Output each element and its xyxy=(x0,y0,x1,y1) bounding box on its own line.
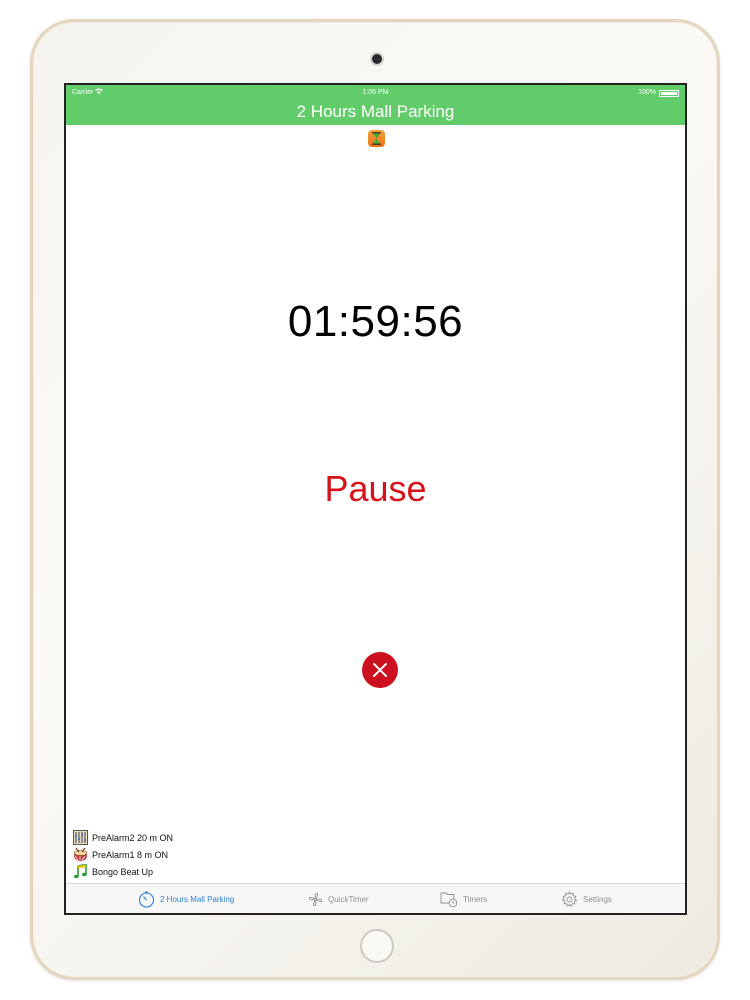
home-button[interactable] xyxy=(360,929,394,963)
status-time: 1:06 PM xyxy=(362,89,389,96)
timer-display: 01:59:56 xyxy=(287,297,464,346)
alarm-label: PreAlarm1 8 m ON xyxy=(92,849,169,860)
tab-timer[interactable]: 2 Hours Mall Parking xyxy=(138,884,235,913)
tab-bar: 2 Hours Mall Parking QuickTimer Timers S… xyxy=(66,883,685,913)
tab-label: Settings xyxy=(583,894,612,904)
tab-timers[interactable]: Timers xyxy=(440,884,488,913)
list-item[interactable]: PreAlarm2 20 m ON xyxy=(73,829,173,846)
tab-settings[interactable]: Settings xyxy=(561,884,612,913)
front-camera xyxy=(372,54,382,64)
battery-percent: 100% xyxy=(638,89,656,96)
cancel-timer-button[interactable] xyxy=(362,652,398,688)
alarm-label: Bongo Beat Up xyxy=(92,866,154,877)
app-screen: Carrier 1:06 PM 100% 2 Hours Mall Parkin… xyxy=(64,83,687,915)
stopwatch-icon xyxy=(138,890,155,908)
page-title: 2 Hours Mall Parking xyxy=(296,102,455,121)
list-item[interactable]: PreAlarm1 8 m ON xyxy=(73,846,173,863)
close-icon xyxy=(373,663,387,677)
status-bar: Carrier 1:06 PM 100% xyxy=(66,85,685,101)
music-note-icon xyxy=(73,863,88,879)
navigation-bar: 2 Hours Mall Parking xyxy=(66,101,685,125)
prealarm2-icon xyxy=(73,830,88,845)
hourglass-icon xyxy=(368,130,385,147)
pause-button[interactable]: Pause xyxy=(66,468,685,510)
fan-icon xyxy=(309,892,322,906)
tab-label: Timers xyxy=(463,894,488,904)
prealarm1-icon xyxy=(73,847,88,862)
alarm-label: PreAlarm2 20 m ON xyxy=(92,832,174,843)
gear-icon xyxy=(561,890,578,907)
tab-label: 2 Hours Mall Parking xyxy=(160,894,235,904)
tab-quicktimer[interactable]: QuickTimer xyxy=(308,884,369,913)
list-item[interactable]: Bongo Beat Up xyxy=(73,863,173,880)
folder-clock-icon xyxy=(440,892,458,908)
tab-label: QuickTimer xyxy=(328,894,369,904)
alarm-list: PreAlarm2 20 m ON PreAlarm1 8 m ON Bongo… xyxy=(73,829,173,880)
status-battery: 100% xyxy=(638,85,679,101)
battery-icon xyxy=(659,89,679,97)
